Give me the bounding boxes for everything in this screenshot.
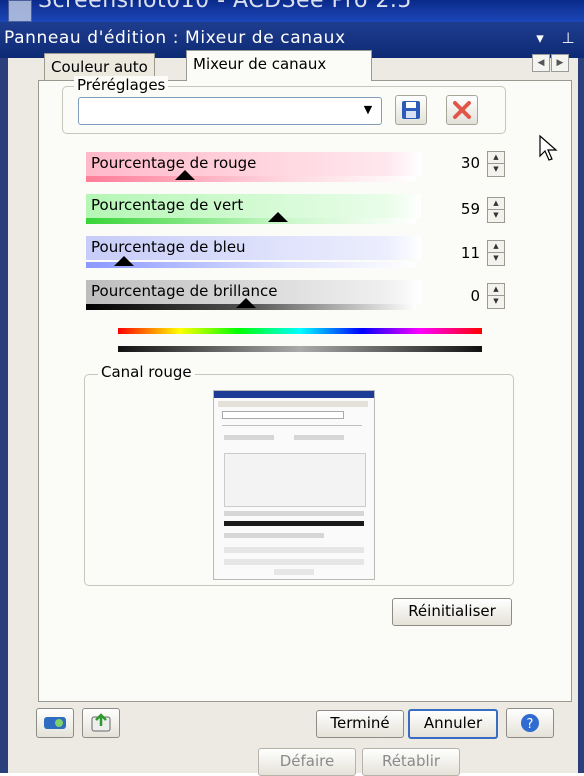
panel-title: Panneau d'édition : Mixeur de canaux bbox=[4, 28, 346, 48]
svg-text:?: ? bbox=[527, 717, 534, 732]
panel-menu-icon[interactable]: ▾ bbox=[530, 26, 550, 50]
brightness-percentage-value[interactable]: 0 bbox=[420, 285, 480, 307]
window-title-bar: Screenshot010 - ACDSee Pro 2.5 bbox=[0, 0, 584, 22]
help-icon: ? bbox=[521, 714, 539, 732]
blue-percentage-label: Pourcentage de bleu bbox=[86, 236, 421, 260]
camera-view-icon bbox=[44, 717, 66, 729]
undo-button[interactable]: Défaire bbox=[258, 748, 356, 776]
floppy-disk-icon bbox=[402, 101, 420, 119]
green-slider-track[interactable] bbox=[86, 218, 416, 224]
delete-x-icon bbox=[453, 101, 471, 119]
help-button[interactable]: ? bbox=[506, 708, 554, 738]
panel-pin-icon[interactable]: ⊥ bbox=[558, 26, 578, 50]
blue-slider-thumb[interactable] bbox=[114, 256, 134, 266]
blue-percentage-value[interactable]: 11 bbox=[420, 242, 480, 264]
redo-button[interactable]: Rétablir bbox=[362, 748, 460, 776]
red-slider-track[interactable] bbox=[86, 176, 416, 182]
green-slider-thumb[interactable] bbox=[268, 212, 288, 222]
export-icon bbox=[91, 713, 111, 732]
red-percentage-label: Pourcentage de rouge bbox=[86, 152, 421, 176]
blue-slider-track[interactable] bbox=[86, 262, 416, 268]
hue-spectrum-bar bbox=[118, 328, 482, 334]
brightness-percentage-spinner[interactable]: ▲ ▼ bbox=[487, 283, 505, 309]
panel-right-edge bbox=[578, 58, 584, 773]
green-percentage-value[interactable]: 59 bbox=[420, 198, 480, 220]
export-button[interactable] bbox=[82, 708, 120, 738]
done-button[interactable]: Terminé bbox=[316, 710, 404, 738]
delete-preset-button[interactable] bbox=[446, 95, 478, 125]
blue-percentage-spinner[interactable]: ▲ ▼ bbox=[487, 240, 505, 266]
red-slider-thumb[interactable] bbox=[175, 170, 195, 180]
red-percentage-value[interactable]: 30 bbox=[420, 152, 480, 174]
red-percentage-spinner[interactable]: ▲ ▼ bbox=[487, 151, 505, 177]
presets-dropdown[interactable]: ▼ bbox=[78, 97, 382, 125]
app-icon bbox=[8, 0, 32, 22]
tab-scroll-right-icon[interactable]: ▶ bbox=[551, 54, 569, 72]
toggle-view-button[interactable] bbox=[36, 708, 74, 738]
window-title: Screenshot010 - ACDSee Pro 2.5 bbox=[38, 0, 412, 13]
grayscale-result-bar bbox=[118, 346, 482, 352]
tab-scroll-left-icon[interactable]: ◀ bbox=[532, 54, 550, 72]
cancel-button[interactable]: Annuler bbox=[408, 709, 498, 739]
reset-button[interactable]: Réinitialiser bbox=[392, 598, 512, 626]
channel-preview-image bbox=[213, 390, 375, 580]
presets-label: Préréglages bbox=[74, 76, 169, 94]
brightness-slider-thumb[interactable] bbox=[236, 298, 256, 308]
tab-mixeur-de-canaux[interactable]: Mixeur de canaux bbox=[186, 50, 372, 81]
green-percentage-label: Pourcentage de vert bbox=[86, 194, 421, 218]
channel-label: Canal rouge bbox=[98, 363, 195, 381]
mouse-cursor-icon bbox=[539, 134, 558, 161]
green-percentage-spinner[interactable]: ▲ ▼ bbox=[487, 197, 505, 223]
chevron-down-icon: ▼ bbox=[363, 103, 373, 116]
save-preset-button[interactable] bbox=[395, 95, 427, 125]
panel-left-edge bbox=[0, 58, 8, 773]
